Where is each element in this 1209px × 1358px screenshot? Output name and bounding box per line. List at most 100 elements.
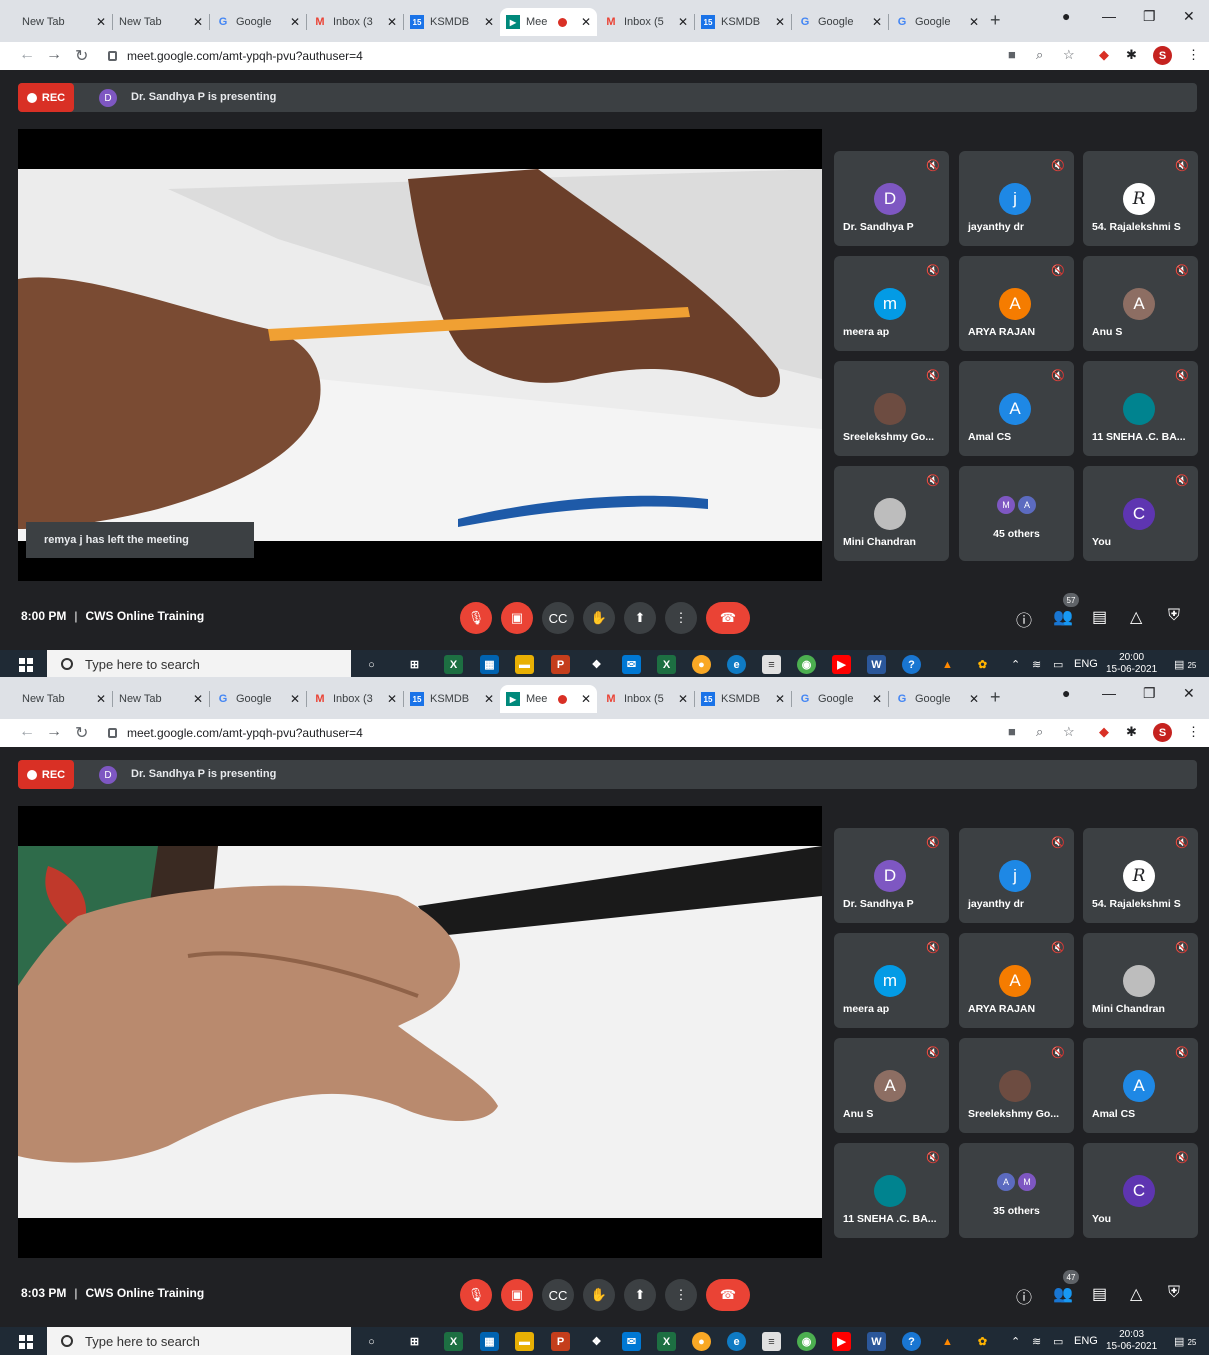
mic-off-button[interactable]: 🎙 [460,1279,492,1311]
wifi-icon[interactable]: ≋ [1032,1335,1041,1348]
info-icon[interactable]: ⓘ [1016,1284,1032,1308]
close-icon[interactable]: ✕ [775,692,785,706]
puzzle-icon[interactable]: ✱ [1126,724,1137,740]
participant-tile[interactable]: 🔇 A ARYA RAJAN [959,256,1074,351]
chat-icon[interactable]: ▤ [1092,607,1107,627]
paint-icon[interactable]: ✿ [973,655,992,674]
account-icon[interactable]: ● [1062,8,1070,24]
file-explorer-icon[interactable]: ▬ [515,1332,534,1351]
back-icon[interactable]: ← [19,46,35,64]
windows-start-icon[interactable] [19,1335,33,1349]
tab-ksmdb-2[interactable]: 15 KSMDB ✕ [695,8,791,36]
close-icon[interactable]: ✕ [484,15,494,29]
camera-icon[interactable]: ■ [1008,724,1016,739]
profile-avatar[interactable]: S [1153,46,1172,65]
tab-meet[interactable]: ▶ Mee ✕ [500,8,597,36]
hang-up-button[interactable]: ☎ [706,602,750,634]
tab-ksmdb-1[interactable]: 15 KSMDB ✕ [404,8,500,36]
url-field[interactable]: meet.google.com/amt-ypqh-pvu?authuser=4 [108,46,363,66]
people-icon[interactable]: 👥 [1053,1284,1073,1304]
taskbar-search-input[interactable]: Type here to search [47,1327,351,1355]
close-icon[interactable]: ✕ [387,15,397,29]
mail-icon[interactable]: ✉ [622,655,641,674]
participant-tile[interactable]: 🔇 A Amal CS [1083,1038,1198,1133]
minimize-button[interactable]: — [1102,8,1116,24]
cortana-icon[interactable]: ○ [362,1332,381,1351]
participant-tile[interactable]: 🔇 A Amal CS [959,361,1074,456]
tab-meet[interactable]: ▶ Mee ✕ [500,685,597,713]
participant-tile[interactable]: 🔇 j jayanthy dr [959,151,1074,246]
tab-ksmdb-2[interactable]: 15 KSMDB ✕ [695,685,791,713]
close-icon[interactable]: ✕ [96,692,106,706]
extension-icon[interactable]: ◆ [1099,724,1109,740]
people-icon[interactable]: 👥 [1053,607,1073,627]
raise-hand-button[interactable]: ✋ [583,1279,615,1311]
back-icon[interactable]: ← [19,723,35,741]
close-icon[interactable]: ✕ [872,15,882,29]
cortana-icon[interactable]: ○ [362,655,381,674]
restore-button[interactable]: ❐ [1143,685,1156,702]
activities-icon[interactable]: △ [1130,607,1142,627]
bookmark-star-icon[interactable]: ☆ [1063,724,1075,740]
tab-google-2[interactable]: G Google ✕ [792,8,888,36]
new-tab-button[interactable]: + [990,687,1001,708]
participant-tile[interactable]: 🔇 D Dr. Sandhya P [834,151,949,246]
close-icon[interactable]: ✕ [581,692,591,706]
tray-chevron-icon[interactable]: ⌃ [1011,1335,1020,1348]
account-icon[interactable]: ● [1062,685,1070,701]
tab-inbox-2[interactable]: M Inbox (5 ✕ [598,8,694,36]
raise-hand-button[interactable]: ✋ [583,602,615,634]
close-icon[interactable]: ✕ [678,692,688,706]
info-icon[interactable]: ⓘ [1016,607,1032,631]
tab-new-tab-2[interactable]: New Tab ✕ [113,685,209,713]
window-close-button[interactable]: ✕ [1183,8,1195,25]
participant-tile[interactable]: 🔇 A ARYA RAJAN [959,933,1074,1028]
task-view-icon[interactable]: ⊞ [405,655,424,674]
edge-icon[interactable]: e [727,1332,746,1351]
minimize-button[interactable]: — [1102,685,1116,701]
youtube-icon[interactable]: ▶ [832,1332,851,1351]
menu-icon[interactable]: ⋮ [1187,724,1200,740]
youtube-icon[interactable]: ▶ [832,655,851,674]
powerpoint-icon[interactable]: P [551,655,570,674]
close-icon[interactable]: ✕ [872,692,882,706]
wifi-icon[interactable]: ≋ [1032,658,1041,671]
puzzle-icon[interactable]: ✱ [1126,47,1137,63]
word-icon[interactable]: W [867,655,886,674]
url-field[interactable]: meet.google.com/amt-ypqh-pvu?authuser=4 [108,723,363,743]
new-tab-button[interactable]: + [990,10,1001,31]
close-icon[interactable]: ✕ [96,15,106,29]
participant-tile[interactable]: 🔇 C You [1083,1143,1198,1238]
vlc-icon[interactable]: ▲ [938,655,957,674]
forward-icon[interactable]: → [46,723,62,741]
zoom-icon[interactable]: ⌕ [1036,47,1043,63]
close-icon[interactable]: ✕ [290,15,300,29]
word-icon[interactable]: W [867,1332,886,1351]
participant-tile[interactable]: 🔇 11 SNEHA .C. BA... [834,1143,949,1238]
activities-icon[interactable]: △ [1130,1284,1142,1304]
participant-tile[interactable]: 🔇 Sreelekshmy Go... [959,1038,1074,1133]
taskbar-clock[interactable]: 20:00 15-06-2021 [1106,652,1157,676]
participant-tile[interactable]: 🔇 Sreelekshmy Go... [834,361,949,456]
chrome-icon[interactable]: ◉ [797,655,816,674]
language-indicator[interactable]: ENG [1074,658,1098,670]
taskbar-clock[interactable]: 20:03 15-06-2021 [1106,1329,1157,1353]
dropbox-icon[interactable]: ❖ [587,1332,606,1351]
participant-tile[interactable]: 🔇 Mini Chandran [1083,933,1198,1028]
reload-icon[interactable]: ↻ [75,723,88,743]
participant-tile[interactable]: 🔇 m meera ap [834,933,949,1028]
language-indicator[interactable]: ENG [1074,1335,1098,1347]
vlc-icon[interactable]: ▲ [938,1332,957,1351]
camera-off-button[interactable]: ▣ [501,602,533,634]
excel-icon[interactable]: X [444,1332,463,1351]
tab-ksmdb-1[interactable]: 15 KSMDB ✕ [404,685,500,713]
close-icon[interactable]: ✕ [290,692,300,706]
excel-icon[interactable]: X [444,655,463,674]
participant-tile[interactable]: 🔇 C You [1083,466,1198,561]
dropbox-icon[interactable]: ❖ [587,655,606,674]
task-view-icon[interactable]: ⊞ [405,1332,424,1351]
participant-tile[interactable]: 🔇 j jayanthy dr [959,828,1074,923]
taskbar-search-input[interactable]: Type here to search [47,650,351,678]
powerpoint-icon[interactable]: P [551,1332,570,1351]
tab-inbox-2[interactable]: M Inbox (5 ✕ [598,685,694,713]
